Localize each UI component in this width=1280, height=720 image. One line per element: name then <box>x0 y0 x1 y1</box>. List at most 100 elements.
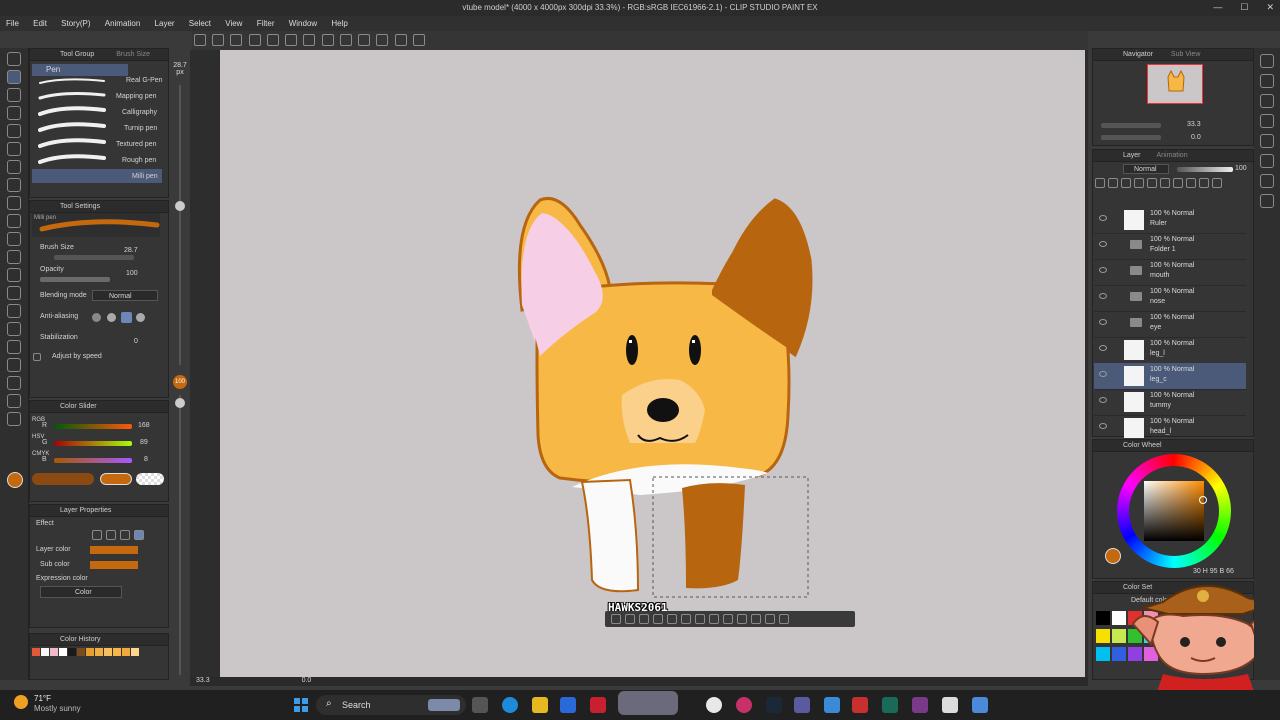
history-icon[interactable] <box>1260 154 1274 168</box>
pencil-tool-icon[interactable] <box>7 88 21 102</box>
swatch-black[interactable] <box>1096 611 1110 625</box>
invert-launcher-icon[interactable] <box>639 614 649 624</box>
shape-tool-icon[interactable] <box>7 304 21 318</box>
menu-view[interactable]: View <box>219 16 248 31</box>
brush-size-value[interactable]: 28.7 <box>124 247 138 254</box>
transparent-swatch[interactable] <box>136 473 164 485</box>
obs-icon[interactable] <box>794 697 810 713</box>
menu-animation[interactable]: Animation <box>99 16 147 31</box>
transform-icon[interactable] <box>358 34 371 46</box>
layer-name[interactable]: leg_c <box>1150 376 1167 383</box>
layer-blend-mode-select[interactable]: Normal <box>1123 164 1169 174</box>
history-swatch[interactable] <box>104 648 112 656</box>
layer-name[interactable]: mouth <box>1150 272 1169 279</box>
layer-name[interactable]: Folder 1 <box>1150 246 1176 253</box>
clear-outside-launcher-icon[interactable] <box>695 614 705 624</box>
redo-icon[interactable] <box>303 34 316 46</box>
mask-icon[interactable] <box>1186 178 1196 188</box>
scale-launcher-icon[interactable] <box>751 614 761 624</box>
history-swatch[interactable] <box>131 648 139 656</box>
new-canvas-icon[interactable] <box>212 34 225 46</box>
airbrush-tool-icon[interactable] <box>7 160 21 174</box>
layer-row[interactable]: 100 % Normal leg_l <box>1094 337 1246 364</box>
new-folder-icon[interactable] <box>1121 178 1131 188</box>
history-swatch[interactable] <box>59 648 67 656</box>
opacity-slider-thumb[interactable] <box>175 398 185 408</box>
export-icon[interactable] <box>266 34 279 46</box>
swatch-sky[interactable] <box>1096 647 1110 661</box>
size-slider-thumb[interactable] <box>175 201 185 211</box>
save-icon[interactable] <box>248 34 261 46</box>
history-swatch[interactable] <box>86 648 94 656</box>
opacity-slider-track[interactable] <box>179 395 181 675</box>
eye-icon[interactable] <box>1099 293 1107 299</box>
navigator-angle-value[interactable]: 0.0 <box>1191 134 1201 141</box>
operation-tool-icon[interactable] <box>7 376 21 390</box>
opacity-value[interactable]: 100 <box>126 270 138 277</box>
navigator-tab[interactable]: Navigator <box>1123 51 1153 58</box>
brush-mapping-pen[interactable]: Mapping pen <box>116 93 156 100</box>
gradient-tool-icon[interactable] <box>7 268 21 282</box>
clear-icon[interactable] <box>321 34 334 46</box>
launcher-settings-icon[interactable] <box>779 614 789 624</box>
close-button[interactable]: ✕ <box>1266 2 1274 13</box>
history-swatch[interactable] <box>77 648 85 656</box>
eyedropper-tool-icon[interactable] <box>7 286 21 300</box>
auto-select-tool-icon[interactable] <box>7 232 21 246</box>
eye-icon[interactable] <box>1099 319 1107 325</box>
eye-icon[interactable] <box>1099 423 1107 429</box>
brush-size-tab[interactable]: Brush Size <box>116 51 150 58</box>
app-circle-icon[interactable] <box>736 697 752 713</box>
r-slider[interactable] <box>54 424 132 429</box>
eye-icon[interactable] <box>1099 241 1107 247</box>
clip-studio-paint-icon[interactable] <box>972 697 988 713</box>
effect-mask-icon[interactable] <box>120 530 130 540</box>
stabilization-value[interactable]: 0 <box>134 338 138 345</box>
sub-tool-pen[interactable]: Pen <box>32 64 128 76</box>
new-raster-layer-icon[interactable] <box>1095 178 1105 188</box>
history-swatch[interactable] <box>41 648 49 656</box>
text-tool-icon[interactable] <box>7 322 21 336</box>
layer-tab[interactable]: Layer <box>1123 152 1141 159</box>
b-value[interactable]: 8 <box>144 456 148 463</box>
effect-tone-icon[interactable] <box>106 530 116 540</box>
weather-temp[interactable]: 71°F <box>34 694 51 703</box>
swatch-yellow[interactable] <box>1096 629 1110 643</box>
adjust-speed-checkbox[interactable] <box>33 353 41 361</box>
steam-icon[interactable] <box>766 697 782 713</box>
shrink-launcher-icon[interactable] <box>667 614 677 624</box>
quick-access-icon[interactable] <box>1260 174 1274 188</box>
clip-layer-icon[interactable] <box>1134 178 1144 188</box>
menu-filter[interactable]: Filter <box>251 16 281 31</box>
history-swatch[interactable] <box>122 648 130 656</box>
layer-name[interactable]: nose <box>1150 298 1165 305</box>
task-view-icon[interactable] <box>472 697 488 713</box>
opacity-slider[interactable] <box>40 277 110 282</box>
layer-name[interactable]: leg_l <box>1150 350 1165 357</box>
invert-selection-icon[interactable] <box>394 34 407 46</box>
fill-launcher-icon[interactable] <box>709 614 719 624</box>
layer-opacity-slider[interactable] <box>1177 167 1233 172</box>
new-vector-layer-icon[interactable] <box>1108 178 1118 188</box>
navigator-zoom-value[interactable]: 33.3 <box>1187 121 1201 128</box>
new-layer-launcher-icon[interactable] <box>723 614 733 624</box>
windows-start-icon[interactable] <box>293 697 309 713</box>
menu-layer[interactable]: Layer <box>149 16 181 31</box>
effect-layer-color-icon[interactable] <box>134 530 144 540</box>
material-icon[interactable] <box>1260 54 1274 68</box>
app-blue-icon[interactable] <box>824 697 840 713</box>
brush-rough-pen[interactable]: Rough pen <box>122 157 156 164</box>
layer-property-icon[interactable] <box>1260 74 1274 88</box>
app-red2-icon[interactable] <box>852 697 868 713</box>
undo-icon[interactable] <box>285 34 298 46</box>
pen-tool-icon[interactable] <box>7 70 21 84</box>
zoom-tool-icon[interactable] <box>7 52 21 66</box>
animation-tab[interactable]: Animation <box>1156 152 1187 159</box>
b-slider[interactable] <box>54 458 132 463</box>
history-swatch[interactable] <box>113 648 121 656</box>
size-slider-track[interactable] <box>179 85 181 365</box>
menu-story[interactable]: Story(P) <box>55 16 96 31</box>
layer-row[interactable]: 100 % Normal eye <box>1094 311 1246 338</box>
eye-icon[interactable] <box>1099 397 1107 403</box>
layer-row[interactable]: 100 % Normal head_l <box>1094 415 1246 442</box>
